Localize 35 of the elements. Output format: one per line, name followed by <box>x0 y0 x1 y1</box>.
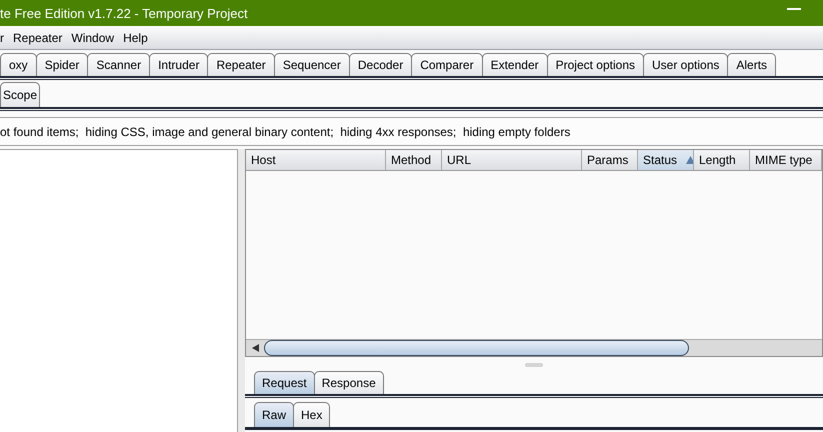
column-header[interactable]: Method <box>386 150 442 170</box>
filter-bar[interactable]: ot found items; hiding CSS, image and general binary content; hiding 4xx responses; hiding empty folders <box>0 117 823 146</box>
menu-item[interactable]: r <box>0 30 4 44</box>
menu-item[interactable]: Help <box>123 30 148 44</box>
tab[interactable]: Extender <box>482 53 548 76</box>
menu-item[interactable]: Repeater <box>13 30 62 44</box>
tab[interactable]: Scanner <box>87 53 150 76</box>
scrollbar-thumb[interactable] <box>264 340 689 356</box>
menu-item[interactable]: Window <box>71 30 114 44</box>
tab[interactable]: Scope <box>0 82 40 107</box>
column-header[interactable]: MIME type <box>750 150 822 170</box>
tab[interactable]: Hex <box>293 402 330 427</box>
tab[interactable]: Spider <box>36 53 88 76</box>
column-header[interactable]: Status <box>638 150 694 170</box>
split-handle[interactable] <box>525 363 543 367</box>
horizontal-scrollbar[interactable] <box>246 339 822 356</box>
tab[interactable]: Repeater <box>207 53 275 76</box>
tab[interactable]: Decoder <box>348 53 412 76</box>
tab[interactable]: oxy <box>0 53 37 76</box>
column-header[interactable]: URL <box>442 150 582 170</box>
column-header[interactable]: Host <box>246 150 386 170</box>
tab[interactable]: Intruder <box>149 53 208 76</box>
tab[interactable]: Response <box>314 371 384 394</box>
tab[interactable]: Project options <box>546 53 644 76</box>
scroll-left-icon[interactable] <box>252 344 258 352</box>
tab[interactable]: Comparer <box>411 53 483 76</box>
tab[interactable]: Sequencer <box>274 53 350 76</box>
tab[interactable]: User options <box>643 53 728 76</box>
sort-ascending-icon <box>686 156 693 164</box>
split-handle[interactable] <box>238 149 245 432</box>
tab[interactable]: Raw <box>254 402 294 427</box>
tab[interactable]: Alerts <box>727 53 776 76</box>
tab[interactable]: Request <box>254 371 315 394</box>
window-title: te Free Edition v1.7.22 - Temporary Project <box>0 6 248 20</box>
column-header[interactable]: Length <box>694 150 750 170</box>
